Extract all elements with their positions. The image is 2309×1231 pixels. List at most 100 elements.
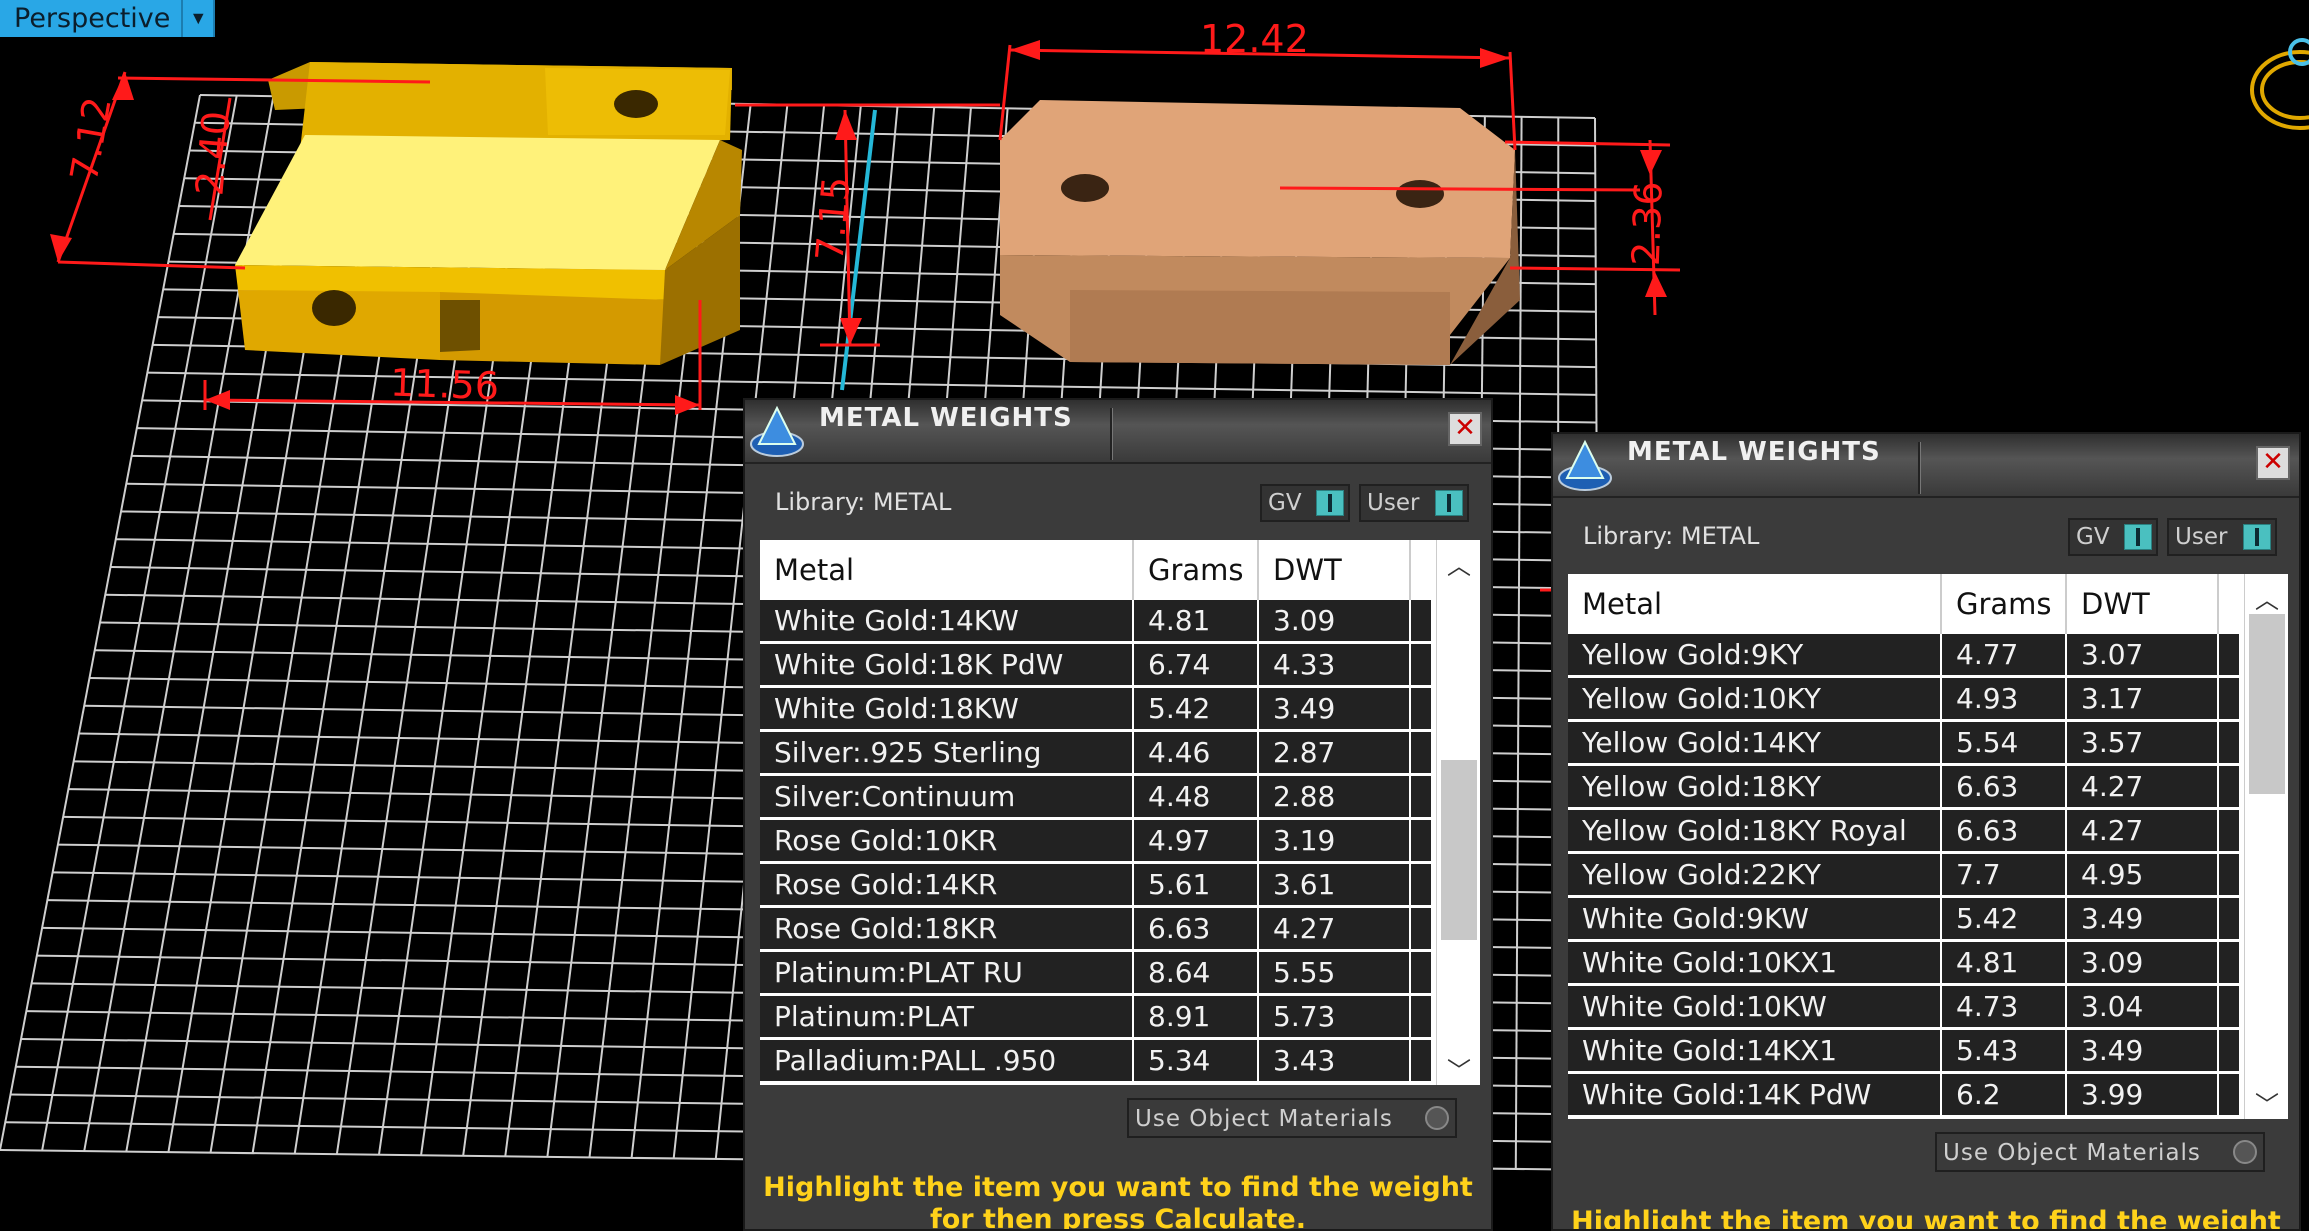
perspective-view-tab[interactable]: Perspective ▼ (0, 0, 215, 37)
titlebar-divider (1110, 408, 1112, 460)
metal-table[interactable]: Metal Grams DWT White Gold:14KW 4.81 3.09 W… (760, 540, 1480, 1085)
use-object-materials-radio[interactable] (2233, 1140, 2257, 1164)
gv-toggle[interactable]: GV (2068, 518, 2158, 556)
cell-grams: 4.93 (1942, 678, 2067, 719)
table-row[interactable]: White Gold:14K PdW 6.2 3.99 (1568, 1074, 2241, 1118)
scroll-thumb[interactable] (2249, 614, 2285, 794)
cell-dwt: 3.09 (2067, 942, 2219, 983)
table-row[interactable]: Yellow Gold:18KY 6.63 4.27 (1568, 766, 2241, 810)
column-header-metal[interactable]: Metal (1568, 574, 1942, 634)
cell-grams: 6.63 (1942, 810, 2067, 851)
scroll-down-icon[interactable]: ﹀ (1437, 1051, 1480, 1085)
table-scrollbar[interactable]: ︿ ﹀ (2244, 574, 2288, 1119)
cell-metal: White Gold:18KW (760, 688, 1134, 729)
table-header: Metal Grams DWT (1568, 574, 2219, 636)
table-body: Yellow Gold:9KY 4.77 3.07 Yellow Gold:10KY 4… (1568, 634, 2241, 1118)
table-row[interactable]: White Gold:10KX1 4.81 3.09 (1568, 942, 2241, 986)
library-label: Library: METAL (1583, 522, 1760, 550)
table-row[interactable]: Silver:Continuum 4.48 2.88 (760, 776, 1433, 820)
use-object-materials-radio[interactable] (1425, 1106, 1449, 1130)
table-row[interactable]: White Gold:14KW 4.81 3.09 (760, 600, 1433, 644)
library-label: Library: METAL (775, 488, 952, 516)
cell-metal: White Gold:14K PdW (1568, 1074, 1942, 1115)
cell-metal: Palladium:PALL .950 (760, 1040, 1134, 1081)
cell-grams: 5.54 (1942, 722, 2067, 763)
row-gutter (2219, 634, 2241, 675)
cell-dwt: 5.73 (1259, 996, 1411, 1037)
copper-part[interactable] (1000, 100, 1641, 365)
user-toggle[interactable]: User (1359, 484, 1469, 522)
panel-title: METAL WEIGHTS (1627, 437, 1881, 467)
cell-grams: 8.64 (1134, 952, 1259, 993)
table-row[interactable]: White Gold:18K PdW 6.74 4.33 (760, 644, 1433, 688)
table-row[interactable]: White Gold:14KX1 5.43 3.49 (1568, 1030, 2241, 1074)
table-row[interactable]: Rose Gold:18KR 6.63 4.27 (760, 908, 1433, 952)
cell-grams: 5.42 (1134, 688, 1259, 729)
gv-toggle-switch[interactable] (2124, 524, 2152, 550)
table-scrollbar[interactable]: ︿ ﹀ (1436, 540, 1480, 1085)
cell-grams: 4.48 (1134, 776, 1259, 817)
table-row[interactable]: Yellow Gold:14KY 5.54 3.57 (1568, 722, 2241, 766)
cell-dwt: 3.49 (2067, 1030, 2219, 1071)
cell-dwt: 3.17 (2067, 678, 2219, 719)
column-header-metal[interactable]: Metal (760, 540, 1134, 600)
close-icon[interactable]: ✕ (1448, 412, 1482, 446)
titlebar-divider (1918, 442, 1920, 494)
cell-metal: White Gold:14KW (760, 600, 1134, 641)
cell-grams: 5.61 (1134, 864, 1259, 905)
user-toggle[interactable]: User (2167, 518, 2277, 556)
cell-metal: Yellow Gold:10KY (1568, 678, 1942, 719)
table-row[interactable]: Yellow Gold:18KY Royal 6.63 4.27 (1568, 810, 2241, 854)
yellow-part[interactable] (235, 62, 742, 365)
gv-toggle[interactable]: GV (1260, 484, 1350, 522)
panel-titlebar[interactable]: METAL WEIGHTS ✕ (745, 400, 1491, 464)
cell-metal: Rose Gold:14KR (760, 864, 1134, 905)
scroll-thumb[interactable] (1441, 760, 1477, 940)
scroll-down-icon[interactable]: ﹀ (2245, 1085, 2288, 1119)
user-toggle-switch[interactable] (1435, 490, 1463, 516)
table-row[interactable]: Palladium:PALL .950 5.34 3.43 (760, 1040, 1433, 1084)
cell-metal: Yellow Gold:18KY (1568, 766, 1942, 807)
cell-grams: 6.63 (1942, 766, 2067, 807)
table-row[interactable]: Rose Gold:14KR 5.61 3.61 (760, 864, 1433, 908)
chevron-down-icon[interactable]: ▼ (181, 0, 213, 37)
table-row[interactable]: White Gold:18KW 5.42 3.49 (760, 688, 1433, 732)
column-header-grams[interactable]: Grams (1134, 540, 1259, 600)
table-row[interactable]: Silver:.925 Sterling 4.46 2.87 (760, 732, 1433, 776)
table-row[interactable]: Yellow Gold:9KY 4.77 3.07 (1568, 634, 2241, 678)
matrix-logo-icon (750, 405, 804, 457)
row-gutter (1411, 776, 1433, 817)
cell-metal: Silver:.925 Sterling (760, 732, 1134, 773)
row-gutter (2219, 854, 2241, 895)
cell-grams: 5.42 (1942, 898, 2067, 939)
table-row[interactable]: Yellow Gold:22KY 7.7 4.95 (1568, 854, 2241, 898)
gv-toggle-switch[interactable] (1316, 490, 1344, 516)
use-object-materials-option[interactable]: Use Object Materials (1935, 1132, 2265, 1172)
table-row[interactable]: White Gold:9KW 5.42 3.49 (1568, 898, 2241, 942)
cell-dwt: 3.09 (1259, 600, 1411, 641)
row-gutter (2219, 1030, 2241, 1071)
perspective-label: Perspective (14, 3, 171, 34)
use-object-materials-option[interactable]: Use Object Materials (1127, 1098, 1457, 1138)
user-toggle-switch[interactable] (2243, 524, 2271, 550)
table-row[interactable]: Rose Gold:10KR 4.97 3.19 (760, 820, 1433, 864)
scroll-up-icon[interactable]: ︿ (1437, 546, 1480, 580)
gv-toggle-label: GV (2076, 524, 2110, 550)
cell-dwt: 5.55 (1259, 952, 1411, 993)
column-header-grams[interactable]: Grams (1942, 574, 2067, 634)
ring-icon[interactable] (2250, 38, 2309, 130)
table-row[interactable]: Platinum:PLAT RU 8.64 5.55 (760, 952, 1433, 996)
table-row[interactable]: Yellow Gold:10KY 4.93 3.17 (1568, 678, 2241, 722)
panel-titlebar[interactable]: METAL WEIGHTS ✕ (1553, 434, 2299, 498)
scroll-up-icon[interactable]: ︿ (2245, 580, 2288, 614)
table-row[interactable]: Platinum:PLAT 8.91 5.73 (760, 996, 1433, 1040)
table-row[interactable]: White Gold:10KW 4.73 3.04 (1568, 986, 2241, 1030)
cell-dwt: 3.61 (1259, 864, 1411, 905)
row-gutter (1411, 688, 1433, 729)
metal-table[interactable]: Metal Grams DWT Yellow Gold:9KY 4.77 3.07 Y… (1568, 574, 2288, 1119)
cell-dwt: 3.57 (2067, 722, 2219, 763)
column-header-dwt[interactable]: DWT (1259, 540, 1411, 600)
cell-dwt: 3.19 (1259, 820, 1411, 861)
close-icon[interactable]: ✕ (2256, 446, 2290, 480)
column-header-dwt[interactable]: DWT (2067, 574, 2219, 634)
